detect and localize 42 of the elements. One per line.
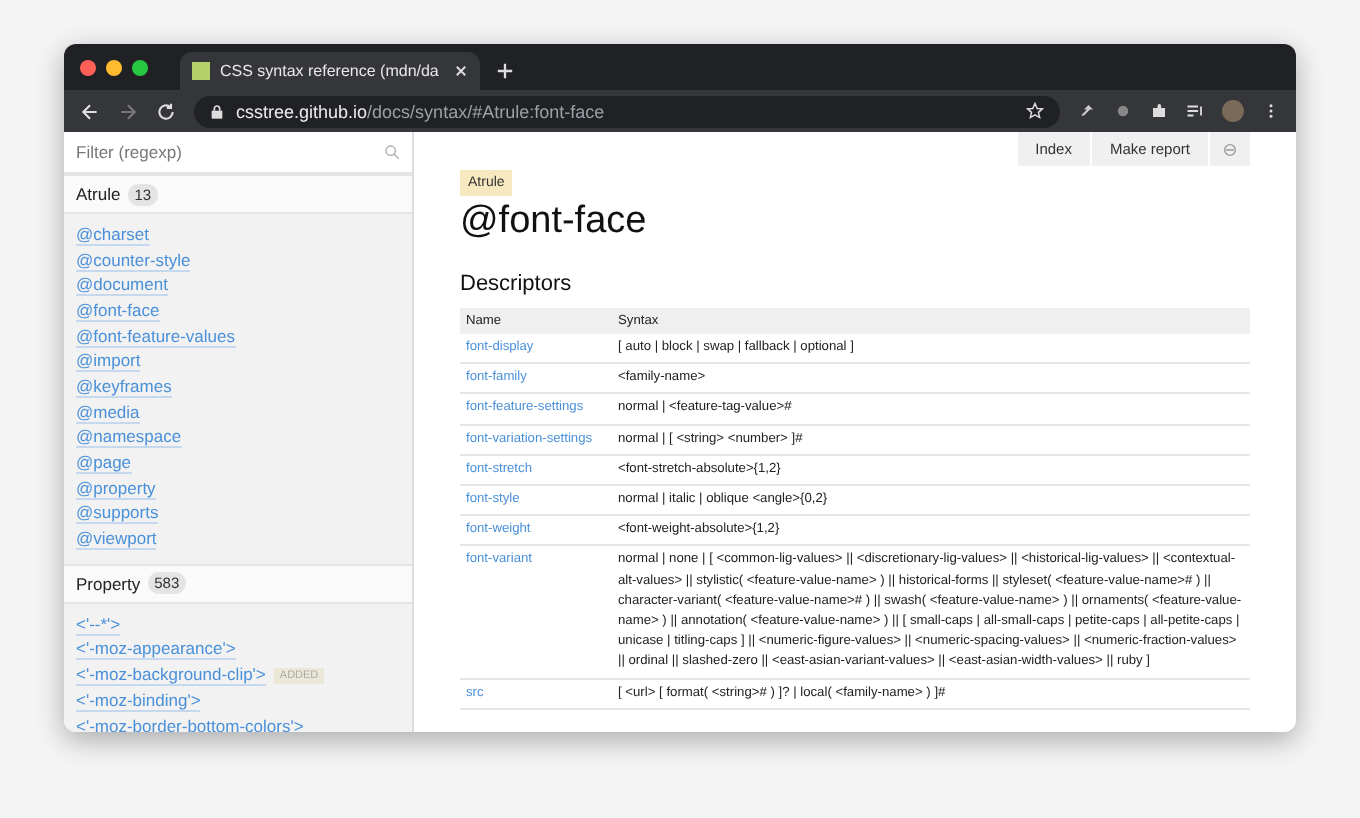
star-icon[interactable] <box>1026 102 1044 120</box>
address-bar[interactable]: csstree.github.io/docs/syntax/#Atrule:font-face <box>194 95 1060 127</box>
favicon-icon <box>192 62 210 80</box>
media-icon[interactable] <box>1186 102 1204 120</box>
new-tab-icon[interactable] <box>496 62 514 80</box>
forward-icon[interactable] <box>118 101 138 121</box>
page-title: @font-face <box>460 200 649 244</box>
sidebar-link[interactable]: @property <box>76 477 156 500</box>
sidebar-link[interactable]: @media <box>76 401 140 424</box>
sidebar-link[interactable]: @counter-style <box>76 249 191 272</box>
sidebar-link[interactable]: @supports <box>76 502 159 525</box>
section-title: Atrule <box>76 184 121 204</box>
sidebar-link[interactable]: @charset <box>76 223 150 246</box>
sidebar-link[interactable]: <'-moz-border-bottom-colors'> <box>76 715 304 732</box>
lock-icon <box>210 103 224 119</box>
minimize-icon[interactable] <box>106 59 122 75</box>
search-icon <box>384 144 400 160</box>
url-host: csstree.github.io <box>236 101 368 121</box>
sidebar-link[interactable]: @namespace <box>76 426 182 449</box>
sidebar-link[interactable]: <'-moz-background-clip'> <box>76 664 266 687</box>
sidebar-link[interactable]: @import <box>76 350 141 373</box>
close-icon[interactable] <box>80 59 96 75</box>
url-path: /docs/syntax/#Atrule:font-face <box>367 101 607 121</box>
sidebar-link[interactable]: <'--*'> <box>76 613 121 636</box>
filter-field[interactable]: Filter (regexp) <box>64 132 412 172</box>
theme-icon <box>1222 141 1238 157</box>
sidebar-link[interactable]: <'-moz-appearance'> <box>76 638 236 661</box>
section-heading: Descriptors <box>460 272 574 296</box>
sidebar-link[interactable]: @viewport <box>76 528 157 551</box>
browser-tab[interactable]: CSS syntax reference (mdn/da <box>180 52 480 90</box>
sidebar-link[interactable]: <'-moz-binding'> <box>76 689 201 712</box>
reload-icon[interactable] <box>156 101 176 121</box>
sidebar-link[interactable]: @font-face <box>76 299 160 322</box>
sidebar-link[interactable]: @keyframes <box>76 375 172 398</box>
section-title: Property <box>76 573 141 594</box>
puzzle-icon[interactable] <box>1150 102 1168 120</box>
sidebar-link[interactable]: @document <box>76 274 168 297</box>
sidebar-link[interactable]: @page <box>76 452 132 475</box>
sidebar-link[interactable]: @font-feature-values <box>76 325 236 348</box>
close-tab-icon[interactable] <box>454 64 468 78</box>
back-icon[interactable] <box>80 101 100 121</box>
maximize-icon[interactable] <box>132 59 148 75</box>
